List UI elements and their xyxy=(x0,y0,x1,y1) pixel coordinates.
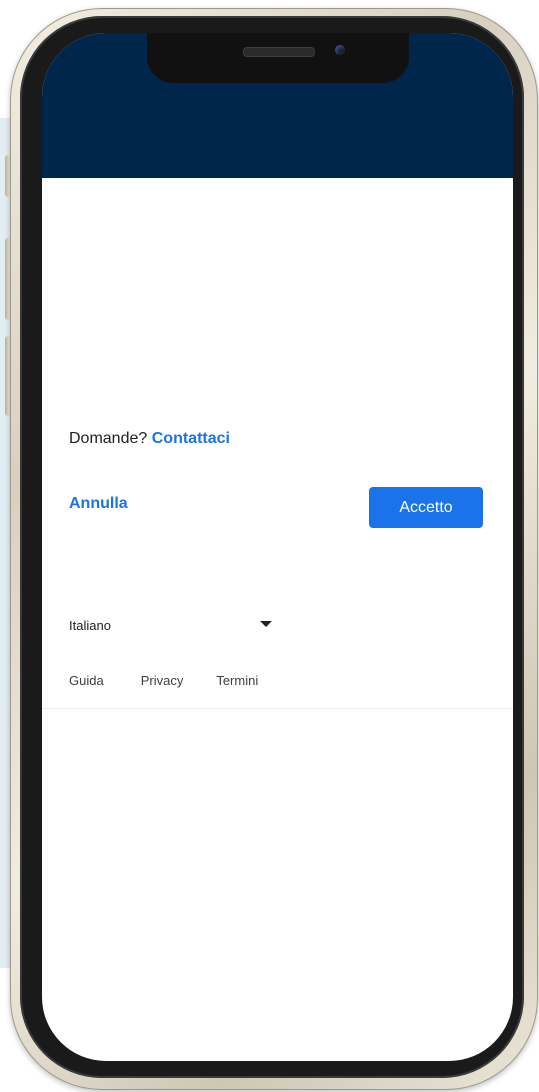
phone-notch xyxy=(147,33,409,83)
phone-screen: Domande? Contattaci Annulla Accetto Ital… xyxy=(42,33,513,1061)
footer-link-help[interactable]: Guida xyxy=(69,673,104,688)
footer-link-privacy[interactable]: Privacy xyxy=(141,673,184,688)
contact-link[interactable]: Contattaci xyxy=(152,430,230,447)
speaker-grille xyxy=(243,47,315,57)
front-camera-icon xyxy=(335,45,345,55)
footer-links: Guida Privacy Termini xyxy=(69,673,258,688)
caret-down-icon xyxy=(260,621,272,627)
accept-button[interactable]: Accetto xyxy=(369,487,483,528)
page: Domande? Contattaci Annulla Accetto Ital… xyxy=(0,0,539,1092)
footer-divider xyxy=(42,708,513,709)
cancel-button[interactable]: Annulla xyxy=(69,495,128,513)
language-select[interactable]: Italiano xyxy=(69,618,273,642)
questions-line: Domande? Contattaci xyxy=(69,430,230,448)
questions-text: Domande? xyxy=(69,430,148,447)
language-select-value: Italiano xyxy=(69,618,111,633)
footer-link-terms[interactable]: Termini xyxy=(216,673,258,688)
